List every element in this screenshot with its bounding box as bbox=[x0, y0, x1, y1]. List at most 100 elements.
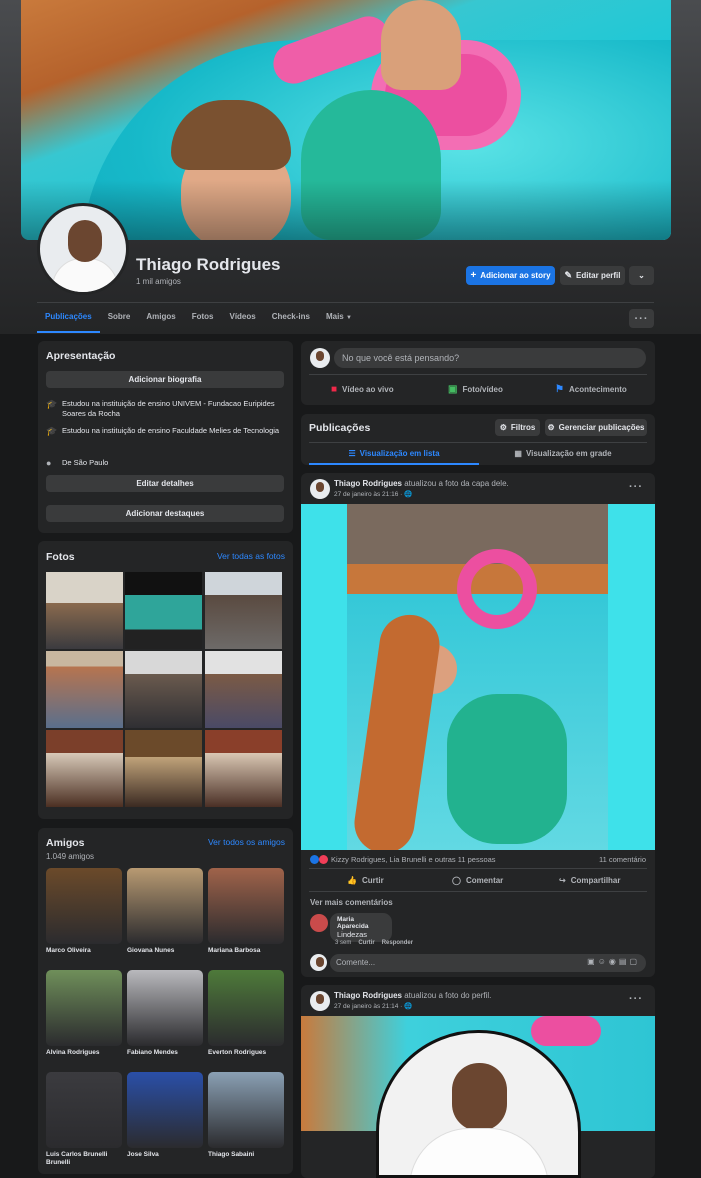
post-author-avatar[interactable] bbox=[310, 479, 330, 499]
friend-photo[interactable] bbox=[208, 970, 284, 1046]
grid-icon: ▦ bbox=[514, 449, 522, 458]
profile-more-dropdown[interactable]: ⌄ bbox=[629, 266, 654, 285]
intro-card: Apresentação Adicionar biografia 🎓 Estud… bbox=[38, 341, 293, 533]
photo-thumbnail[interactable] bbox=[125, 651, 202, 728]
live-video-button[interactable]: ■ Vídeo ao vivo bbox=[331, 384, 394, 395]
tab-checkins[interactable]: Check-ins bbox=[264, 305, 318, 333]
friend-card[interactable]: Giovana Nunes bbox=[127, 868, 203, 955]
post-author-name[interactable]: Thiago Rodrigues bbox=[334, 479, 402, 488]
post-author-avatar[interactable] bbox=[310, 991, 330, 1011]
friend-photo[interactable] bbox=[208, 1072, 284, 1148]
photo-thumbnail[interactable] bbox=[205, 730, 282, 807]
reactions-summary[interactable]: Kizzy Rodrigues, Lia Brunelli e outras 1… bbox=[310, 855, 496, 864]
friend-photo[interactable] bbox=[208, 868, 284, 944]
friend-photo[interactable] bbox=[127, 868, 203, 944]
post-options-icon[interactable]: ··· bbox=[629, 481, 643, 493]
friend-name[interactable]: Jose Silva bbox=[127, 1151, 203, 1159]
graduation-cap-icon: 🎓 bbox=[46, 399, 58, 409]
comment-like-link[interactable]: Curtir bbox=[358, 940, 374, 946]
composer-avatar[interactable] bbox=[310, 348, 330, 368]
friend-photo[interactable] bbox=[46, 1072, 122, 1148]
friend-name[interactable]: Everton Rodrigues bbox=[208, 1049, 284, 1057]
sliders-icon: ⚙ bbox=[499, 423, 507, 432]
post-composer: No que você está pensando? ■ Vídeo ao vi… bbox=[301, 341, 655, 405]
tab-sobre[interactable]: Sobre bbox=[100, 305, 139, 333]
grid-view-tab[interactable]: ▦ Visualização em grade bbox=[479, 446, 647, 465]
friend-name[interactable]: Alvina Rodrigues bbox=[46, 1049, 122, 1057]
friend-name[interactable]: Mariana Barbosa bbox=[208, 947, 284, 955]
add-bio-button[interactable]: Adicionar biografia bbox=[46, 371, 284, 388]
photo-thumbnail[interactable] bbox=[205, 572, 282, 649]
comments-count[interactable]: 11 comentário bbox=[599, 855, 646, 864]
friend-card[interactable]: Thiago Sabaini bbox=[208, 1072, 284, 1159]
profile-avatar[interactable] bbox=[37, 203, 129, 295]
header-divider bbox=[37, 302, 654, 303]
manage-posts-button[interactable]: ⚙ Gerenciar publicações bbox=[545, 419, 647, 436]
friend-card[interactable]: Marco Oliveira bbox=[46, 868, 122, 955]
add-story-button[interactable]: + Adicionar ao story bbox=[466, 266, 555, 285]
comment-button[interactable]: ◯ Comentar bbox=[452, 876, 503, 885]
commenter-avatar[interactable] bbox=[310, 914, 328, 932]
tab-videos[interactable]: Vídeos bbox=[221, 305, 263, 333]
see-more-comments[interactable]: Ver mais comentários bbox=[310, 898, 393, 907]
photo-thumbnail[interactable] bbox=[125, 572, 202, 649]
friends-card: Amigos Ver todos os amigos 1.049 amigos … bbox=[38, 828, 293, 1174]
photo-thumbnail[interactable] bbox=[205, 651, 282, 728]
comment-reply-link[interactable]: Responder bbox=[382, 940, 413, 946]
share-button[interactable]: ↪ Compartilhar bbox=[559, 876, 621, 885]
photo-thumbnail[interactable] bbox=[46, 572, 123, 649]
friend-card[interactable]: Luis Carlos Brunelli Brunelli bbox=[46, 1072, 122, 1167]
post-options-icon[interactable]: ··· bbox=[629, 993, 643, 1005]
tab-mais[interactable]: Mais ▼ bbox=[318, 305, 360, 333]
friend-photo[interactable] bbox=[127, 1072, 203, 1148]
post-image[interactable] bbox=[301, 504, 655, 850]
post-card: Thiago Rodrigues atualizou a foto da cap… bbox=[301, 473, 655, 977]
see-all-photos-link[interactable]: Ver todas as fotos bbox=[217, 551, 285, 561]
composer-input[interactable]: No que você está pensando? bbox=[334, 348, 646, 368]
intro-title: Apresentação bbox=[46, 350, 116, 362]
friend-card[interactable]: Everton Rodrigues bbox=[208, 970, 284, 1057]
tab-fotos[interactable]: Fotos bbox=[184, 305, 222, 333]
comment-meta: 3 sem Curtir Responder bbox=[335, 940, 414, 946]
friend-photo[interactable] bbox=[127, 970, 203, 1046]
photo-thumbnail[interactable] bbox=[46, 651, 123, 728]
edit-profile-button[interactable]: ✎ Editar perfil bbox=[560, 266, 625, 285]
comment-composer-avatar[interactable] bbox=[310, 954, 327, 971]
profile-friends-count[interactable]: 1 mil amigos bbox=[136, 277, 181, 286]
post-date[interactable]: 27 de janeiro às 21:16 · 🌐 bbox=[334, 490, 412, 498]
comment-input[interactable]: Comente... ▣☺◉▤▢ bbox=[330, 954, 646, 972]
friends-title: Amigos bbox=[46, 837, 85, 849]
friend-card[interactable]: Alvina Rodrigues bbox=[46, 970, 122, 1057]
photo-thumbnail[interactable] bbox=[46, 730, 123, 807]
add-highlights-button[interactable]: Adicionar destaques bbox=[46, 505, 284, 522]
friend-card[interactable]: Fabiano Mendes bbox=[127, 970, 203, 1057]
edit-details-button[interactable]: Editar detalhes bbox=[46, 475, 284, 492]
photos-card: Fotos Ver todas as fotos bbox=[38, 541, 293, 819]
friend-name[interactable]: Thiago Sabaini bbox=[208, 1151, 284, 1159]
friend-name[interactable]: Luis Carlos Brunelli Brunelli bbox=[46, 1151, 122, 1167]
friend-card[interactable]: Mariana Barbosa bbox=[208, 868, 284, 955]
friend-photo[interactable] bbox=[46, 970, 122, 1046]
life-event-button[interactable]: ⚑ Acontecimento bbox=[555, 384, 627, 395]
filters-button[interactable]: ⚙ Filtros bbox=[495, 419, 540, 436]
friend-card[interactable]: Jose Silva bbox=[127, 1072, 203, 1159]
photo-video-button[interactable]: ▣ Foto/vídeo bbox=[448, 384, 503, 395]
comment-tools-icons[interactable]: ▣☺◉▤▢ bbox=[587, 957, 640, 966]
friend-photo[interactable] bbox=[46, 868, 122, 944]
photo-thumbnail[interactable] bbox=[125, 730, 202, 807]
list-view-tab[interactable]: ☰ Visualização em lista bbox=[309, 446, 479, 465]
comment-bubble-icon: ◯ bbox=[452, 876, 461, 885]
post-date[interactable]: 27 de janeiro às 21:14 · 🌐 bbox=[334, 1002, 412, 1010]
post-author-name[interactable]: Thiago Rodrigues bbox=[334, 991, 402, 1000]
friend-name[interactable]: Giovana Nunes bbox=[127, 947, 203, 955]
see-all-friends-link[interactable]: Ver todos os amigos bbox=[208, 837, 285, 847]
tab-amigos[interactable]: Amigos bbox=[138, 305, 183, 333]
tabs-more-button[interactable]: ··· bbox=[629, 309, 654, 328]
friend-name[interactable]: Fabiano Mendes bbox=[127, 1049, 203, 1057]
commenter-name[interactable]: Maria Aparecida bbox=[337, 916, 385, 930]
friend-name[interactable]: Marco Oliveira bbox=[46, 947, 122, 955]
cover-photo[interactable] bbox=[21, 0, 671, 240]
photo-icon: ▣ bbox=[448, 384, 458, 395]
like-button[interactable]: 👍 Curtir bbox=[347, 876, 384, 885]
tab-publicacoes[interactable]: Publicações bbox=[37, 305, 100, 333]
